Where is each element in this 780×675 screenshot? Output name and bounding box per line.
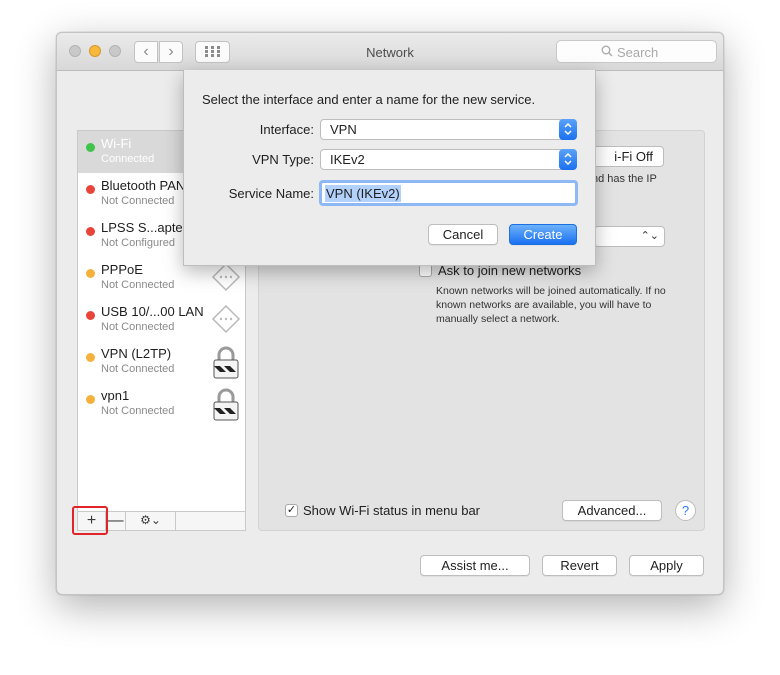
turn-wifi-off-button[interactable]: i-Fi Off	[589, 146, 664, 167]
service-status: Not Connected	[101, 279, 175, 291]
ethernet-icon	[211, 304, 241, 334]
status-dot	[86, 353, 95, 362]
interface-popup[interactable]: VPN	[320, 119, 577, 140]
service-name-input[interactable]: VPN (IKEv2)	[319, 180, 578, 206]
gear-menu-button[interactable]: ⚙⌄	[126, 512, 176, 530]
status-dot	[86, 227, 95, 236]
service-name: PPPoE	[101, 262, 143, 277]
status-dot	[86, 185, 95, 194]
add-button-highlight	[72, 506, 108, 535]
service-status: Not Connected	[101, 363, 175, 375]
service-name-value: VPN (IKEv2)	[325, 185, 401, 202]
ask-to-join-description: Known networks will be joined automatica…	[436, 285, 666, 325]
service-status: Not Connected	[101, 195, 175, 207]
service-name: USB 10/...00 LAN	[101, 304, 204, 319]
vpn-type-label: VPN Type:	[252, 152, 314, 167]
chevron-updown-icon	[564, 152, 572, 166]
service-name: VPN (L2TP)	[101, 346, 172, 361]
apply-button[interactable]: Apply	[629, 555, 704, 576]
search-field[interactable]: Search	[556, 40, 717, 63]
status-dot	[86, 395, 95, 404]
remove-service-button[interactable]: —	[106, 512, 126, 530]
popup-stepper	[559, 149, 577, 170]
assist-me-button[interactable]: Assist me...	[420, 555, 530, 576]
interface-label: Interface:	[259, 122, 314, 137]
lock-icon	[213, 346, 239, 379]
help-button[interactable]: ?	[675, 500, 696, 521]
cancel-button[interactable]: Cancel	[428, 224, 498, 245]
service-item-vpn1[interactable]: vpn1 Not Connected	[78, 383, 245, 425]
service-status: Connected	[101, 153, 155, 165]
show-wifi-status-label: Show Wi-Fi status in menu bar	[303, 503, 481, 518]
vpn-type-popup[interactable]: IKEv2	[320, 149, 577, 170]
title-bar: ‹ › Network Search	[57, 33, 723, 71]
service-name: LPSS S...apter	[101, 220, 187, 235]
search-placeholder: Search	[617, 45, 659, 60]
checkmark-icon: ✓	[286, 504, 297, 516]
status-dot	[86, 143, 95, 152]
new-service-sheet: Select the interface and enter a name fo…	[183, 70, 596, 266]
service-status: Not Configured	[101, 237, 175, 249]
service-name-label: Service Name:	[228, 186, 314, 201]
service-item-vpn-l2tp[interactable]: VPN (L2TP) Not Connected	[78, 341, 245, 383]
service-name: Wi-Fi	[101, 136, 132, 151]
status-dot	[86, 269, 95, 278]
service-name: vpn1	[101, 388, 130, 403]
show-wifi-status-checkbox[interactable]: ✓	[285, 504, 298, 517]
advanced-button[interactable]: Advanced...	[562, 500, 662, 521]
search-icon	[601, 45, 613, 57]
lock-icon	[213, 388, 239, 421]
network-name-popup[interactable]: ⌃⌄	[594, 226, 665, 247]
chevron-updown-icon	[564, 122, 572, 136]
create-button[interactable]: Create	[509, 224, 577, 245]
service-item-usb-lan[interactable]: USB 10/...00 LAN Not Connected	[78, 299, 245, 341]
service-status: Not Connected	[101, 321, 175, 333]
status-description: nd has the IP	[592, 173, 657, 185]
status-dot	[86, 311, 95, 320]
vpn-type-value: IKEv2	[330, 152, 365, 167]
chevron-updown-icon: ⌃⌄	[640, 230, 659, 242]
interface-value: VPN	[330, 122, 357, 137]
sheet-prompt: Select the interface and enter a name fo…	[202, 92, 536, 107]
ethernet-icon	[211, 262, 241, 292]
popup-stepper	[559, 119, 577, 140]
service-name: Bluetooth PAN	[101, 178, 186, 193]
service-status: Not Connected	[101, 405, 175, 417]
revert-button[interactable]: Revert	[542, 555, 617, 576]
